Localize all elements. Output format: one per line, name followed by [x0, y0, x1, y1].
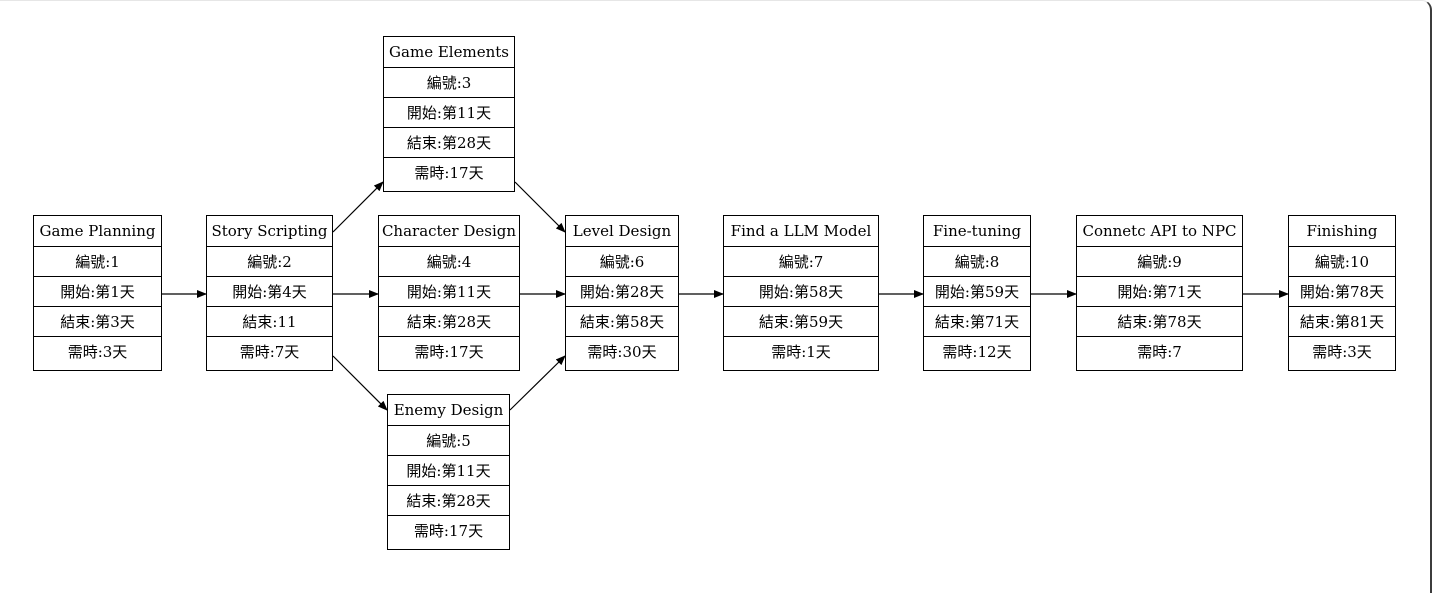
task-node-fine-tuning[interactable]: Fine-tuning 編號:8 開始:第59天 結束:第71天 需時:12天 [923, 215, 1031, 371]
task-id: 編號:6 [566, 246, 678, 276]
task-duration: 需時:3天 [34, 336, 161, 366]
task-title: Enemy Design [393, 401, 504, 419]
task-end: 結束:第3天 [34, 306, 161, 336]
task-duration: 需時:17天 [388, 515, 509, 545]
task-node-enemy-design[interactable]: Enemy Design 編號:5 開始:第11天 結束:第28天 需時:17天 [387, 394, 510, 550]
task-id: 編號:4 [379, 246, 519, 276]
task-end: 結束:第28天 [384, 127, 514, 157]
task-title: Game Elements [389, 43, 509, 61]
task-node-connect-api-to-npc[interactable]: Connetc API to NPC 編號:9 開始:第71天 結束:第78天 … [1076, 215, 1243, 371]
task-end: 結束:第78天 [1077, 306, 1242, 336]
task-id: 編號:1 [34, 246, 161, 276]
task-start: 開始:第4天 [207, 276, 332, 306]
task-start: 開始:第1天 [34, 276, 161, 306]
task-start: 開始:第11天 [384, 97, 514, 127]
task-title: Find a LLM Model [730, 222, 872, 240]
task-end: 結束:第81天 [1289, 306, 1395, 336]
task-title: Connetc API to NPC [1082, 222, 1237, 240]
task-node-finishing[interactable]: Finishing 編號:10 開始:第78天 結束:第81天 需時:3天 [1288, 215, 1396, 371]
task-title: Character Design [381, 222, 517, 240]
task-title: Game Planning [39, 222, 156, 240]
task-id: 編號:9 [1077, 246, 1242, 276]
task-node-level-design[interactable]: Level Design 編號:6 開始:第28天 結束:第58天 需時:30天 [565, 215, 679, 371]
task-end: 結束:第71天 [924, 306, 1030, 336]
task-end: 結束:第59天 [724, 306, 878, 336]
task-duration: 需時:7 [1077, 336, 1242, 366]
edge-story-scripting-to-game-elements [332, 181, 384, 233]
task-start: 開始:第71天 [1077, 276, 1242, 306]
task-duration: 需時:1天 [724, 336, 878, 366]
task-title: Fine-tuning [932, 222, 1022, 240]
task-start: 開始:第11天 [388, 455, 509, 485]
task-end: 結束:11 [207, 306, 332, 336]
task-end: 結束:第58天 [566, 306, 678, 336]
task-duration: 需時:12天 [924, 336, 1030, 366]
task-end: 結束:第28天 [388, 485, 509, 515]
task-node-character-design[interactable]: Character Design 編號:4 開始:第11天 結束:第28天 需時… [378, 215, 520, 371]
task-start: 開始:第58天 [724, 276, 878, 306]
task-node-story-scripting[interactable]: Story Scripting 編號:2 開始:第4天 結束:11 需時:7天 [206, 215, 333, 371]
task-start: 開始:第28天 [566, 276, 678, 306]
task-id: 編號:5 [388, 425, 509, 455]
task-node-game-planning[interactable]: Game Planning 編號:1 開始:第1天 結束:第3天 需時:3天 [33, 215, 162, 371]
task-title: Story Scripting [211, 222, 328, 240]
task-id: 編號:2 [207, 246, 332, 276]
task-start: 開始:第59天 [924, 276, 1030, 306]
task-start: 開始:第78天 [1289, 276, 1395, 306]
task-duration: 需時:17天 [384, 157, 514, 187]
task-duration: 需時:7天 [207, 336, 332, 366]
task-duration: 需時:3天 [1289, 336, 1395, 366]
task-start: 開始:第11天 [379, 276, 519, 306]
edge-game-elements-to-level-design [514, 181, 566, 233]
task-title: Level Design [572, 222, 672, 240]
task-duration: 需時:17天 [379, 336, 519, 366]
task-id: 編號:3 [384, 67, 514, 97]
task-duration: 需時:30天 [566, 336, 678, 366]
task-node-find-llm-model[interactable]: Find a LLM Model 編號:7 開始:第58天 結束:第59天 需時… [723, 215, 879, 371]
task-title: Finishing [1306, 222, 1378, 240]
task-id: 編號:8 [924, 246, 1030, 276]
task-id: 編號:7 [724, 246, 878, 276]
task-node-game-elements[interactable]: Game Elements 編號:3 開始:第11天 結束:第28天 需時:17… [383, 36, 515, 192]
task-id: 編號:10 [1289, 246, 1395, 276]
task-end: 結束:第28天 [379, 306, 519, 336]
